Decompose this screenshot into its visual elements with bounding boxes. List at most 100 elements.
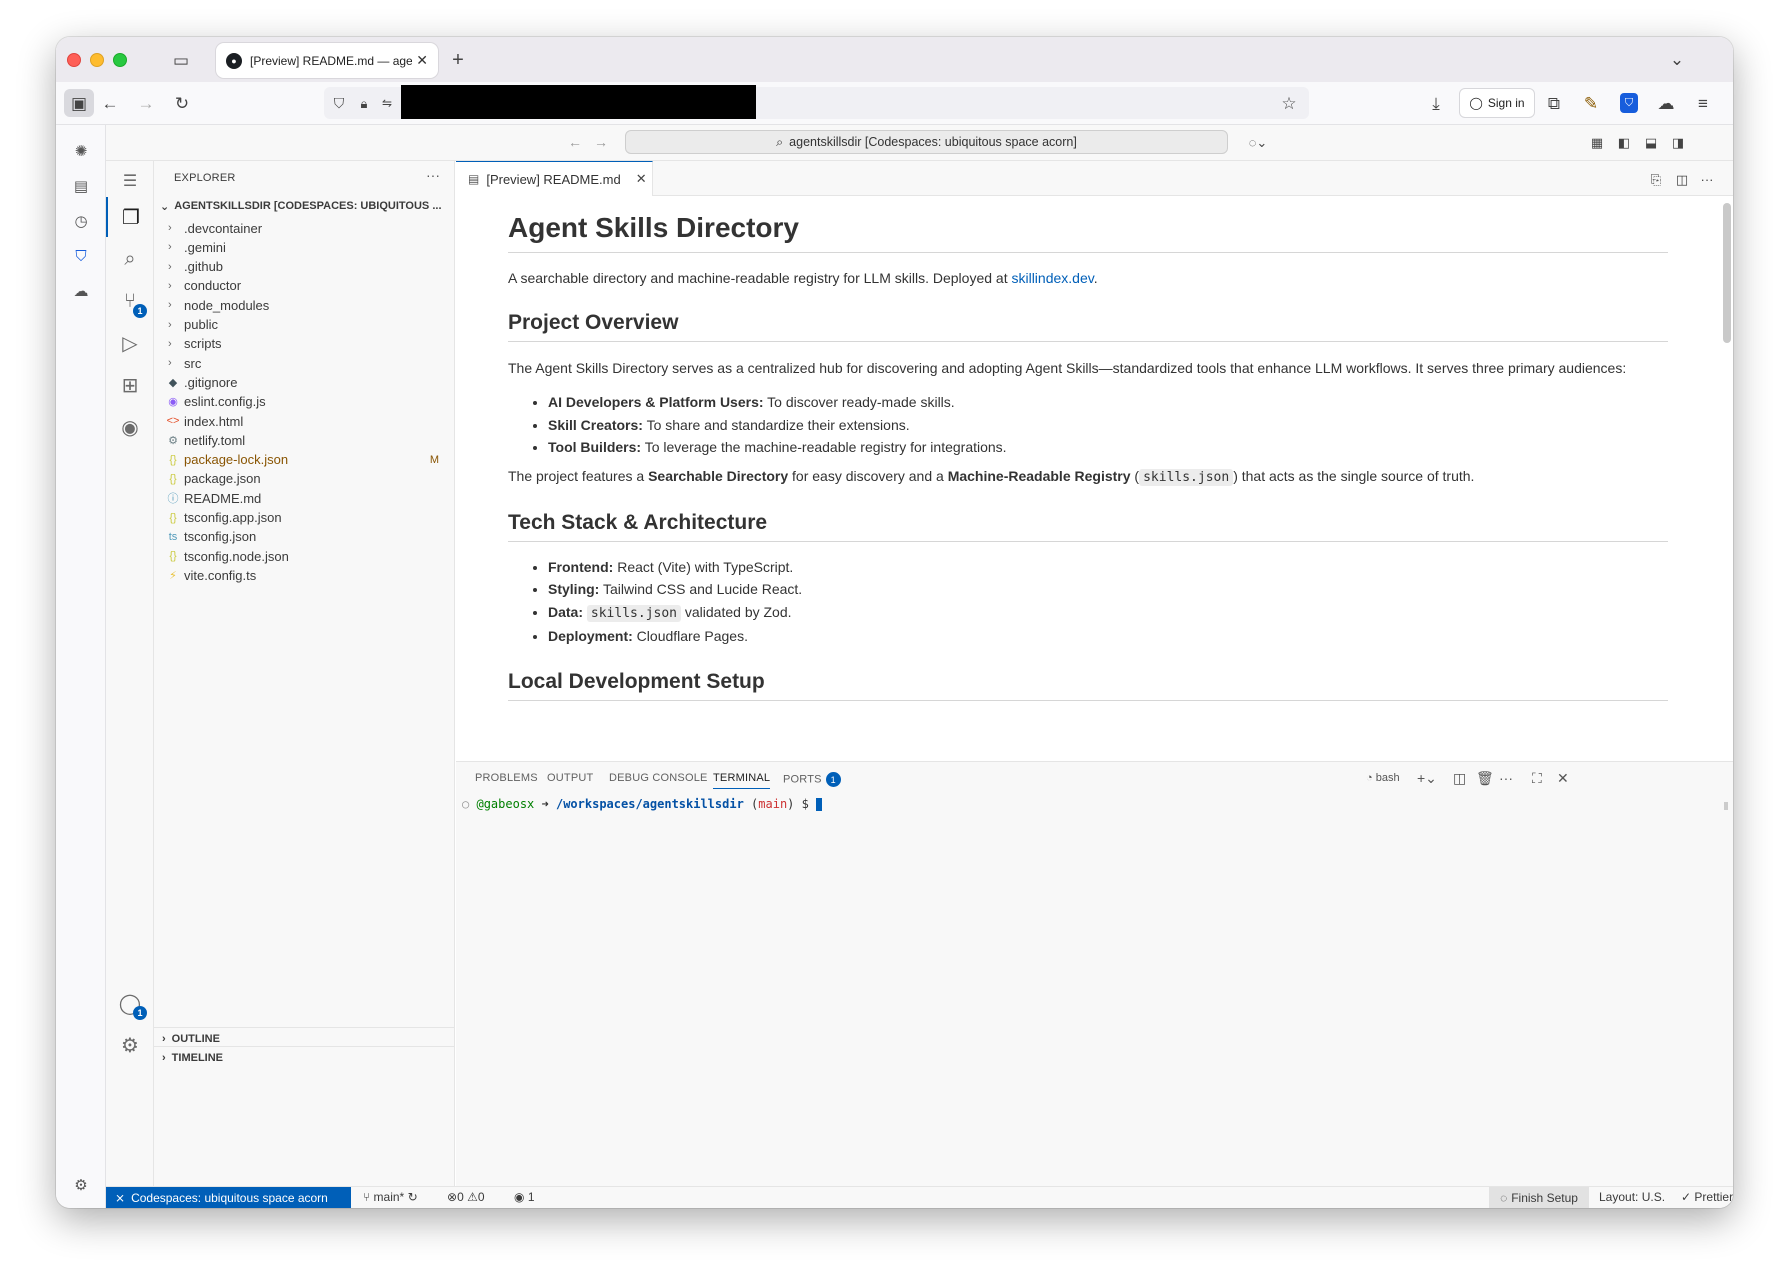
- tree-item-label: public: [184, 317, 218, 332]
- trash-icon[interactable]: 🗑︎: [1476, 770, 1494, 787]
- split-terminal-icon[interactable]: ◫: [1453, 770, 1466, 787]
- menu-icon[interactable]: ☰: [106, 161, 154, 201]
- cloud-icon[interactable]: ☁: [1657, 94, 1675, 112]
- panel-tab-terminal[interactable]: TERMINAL: [713, 772, 771, 789]
- editor-tab-readme-preview[interactable]: ▤ [Preview] README.md ✕: [456, 161, 653, 196]
- command-center[interactable]: ⌕ agentskillsdir [Codespaces: ubiquitous…: [625, 130, 1228, 154]
- panel-tab-problems[interactable]: PROBLEMS: [475, 772, 538, 784]
- extensions-icon[interactable]: ⧉: [1545, 94, 1563, 112]
- back-arrow-icon[interactable]: ←: [101, 94, 119, 112]
- synced-tabs-icon[interactable]: ▤: [69, 174, 93, 198]
- audience-text: To discover ready-made skills.: [763, 394, 955, 410]
- tree-item-label: conductor: [184, 278, 242, 294]
- reload-icon[interactable]: ↻: [173, 94, 191, 112]
- warning-count: 0: [477, 1190, 485, 1204]
- audience-text: To leverage the machine-readable registr…: [641, 439, 1007, 455]
- more-actions-icon[interactable]: ···: [1699, 171, 1715, 187]
- explorer-sidebar: EXPLORER ··· ⌄ AGENTSKILLSDIR [CODESPACE…: [154, 161, 455, 1186]
- chevron-down-icon[interactable]: ⌄: [1668, 50, 1686, 68]
- split-editor-icon[interactable]: ◫: [1674, 171, 1690, 187]
- maximize-panel-icon[interactable]: ⛶: [1532, 770, 1542, 787]
- more-actions-icon[interactable]: ···: [1499, 770, 1513, 786]
- close-panel-icon[interactable]: ✕: [1557, 770, 1569, 787]
- panel-tab-output[interactable]: OUTPUT: [547, 772, 593, 784]
- cloud-sidebar-icon[interactable]: ☁: [69, 279, 93, 303]
- copilot-icon[interactable]: ◌⌄: [1243, 134, 1273, 150]
- accounts-icon[interactable]: ◯ 1: [106, 983, 154, 1023]
- github-icon[interactable]: ◉: [106, 407, 154, 447]
- stack-styling-text: Tailwind CSS and Lucide React.: [599, 581, 803, 597]
- terminal-shell[interactable]: ◔ bash: [1366, 772, 1400, 784]
- features-text: The project features a Searchable Direct…: [508, 467, 1475, 486]
- list-item: Frontend: React (Vite) with TypeScript.: [548, 556, 1718, 579]
- extension-icon[interactable]: ✎: [1582, 94, 1600, 112]
- problems-indicator[interactable]: ⊗0 ⚠0: [447, 1190, 485, 1204]
- shield-icon[interactable]: ⛉: [330, 94, 348, 112]
- sidebar-toggle-icon[interactable]: ▣: [64, 89, 94, 117]
- prettier-indicator[interactable]: ✓ Prettier: [1681, 1190, 1733, 1204]
- toggle-secondary-sidebar-icon[interactable]: ◨: [1670, 134, 1686, 150]
- skillindex-link[interactable]: skillindex.dev: [1011, 270, 1093, 286]
- toggle-primary-sidebar-icon[interactable]: ◧: [1616, 134, 1632, 150]
- settings-gear-icon[interactable]: ⚙: [69, 1173, 93, 1197]
- more-actions-icon[interactable]: ···: [426, 167, 440, 183]
- close-tab-icon[interactable]: ✕: [416, 52, 428, 69]
- menu-icon[interactable]: ≡: [1694, 94, 1712, 112]
- timeline-section[interactable]: › TIMELINE: [154, 1046, 455, 1068]
- history-icon[interactable]: ◷: [69, 209, 93, 233]
- source-control-icon[interactable]: ⑂ 1: [106, 281, 154, 321]
- close-window-button[interactable]: [67, 53, 81, 67]
- download-icon[interactable]: ⤓: [1427, 94, 1445, 112]
- search-icon[interactable]: ⌕: [106, 239, 154, 279]
- browser-tab-active[interactable]: ● [Preview] README.md — agent: ✕: [216, 43, 438, 78]
- panel-tab-debug-console[interactable]: DEBUG CONSOLE: [609, 772, 708, 784]
- terminal-cursor: [816, 798, 823, 811]
- features-mid: for easy discovery and a: [788, 467, 948, 484]
- go-back-icon[interactable]: ←: [567, 134, 583, 150]
- bitwarden-icon[interactable]: ⛉: [1620, 93, 1638, 113]
- tree-item-label: .gemini: [184, 239, 226, 255]
- list-item: Data: skills.json validated by Zod.: [548, 601, 1718, 626]
- extensions-icon[interactable]: ⊞: [106, 365, 154, 405]
- workspace-folder-header[interactable]: ⌄ AGENTSKILLSDIR [CODESPACES: UBIQUITOUS…: [154, 195, 455, 217]
- zoom-window-button[interactable]: [113, 53, 127, 67]
- bitwarden-sidebar-icon[interactable]: ⛉: [69, 244, 93, 268]
- sign-in-button[interactable]: ◯ Sign in: [1459, 88, 1535, 118]
- panel-tab-ports[interactable]: PORTS 1: [783, 772, 841, 787]
- terminal-scrollbar[interactable]: [1724, 802, 1728, 810]
- ai-chat-icon[interactable]: ✺: [69, 139, 93, 163]
- run-debug-icon[interactable]: ▷: [106, 323, 154, 363]
- permissions-icon[interactable]: ⇋: [379, 94, 395, 112]
- minimize-window-button[interactable]: [90, 53, 104, 67]
- tree-item-label: src: [184, 355, 202, 371]
- outline-label: OUTLINE: [171, 1032, 220, 1045]
- close-icon[interactable]: ✕: [636, 171, 647, 187]
- new-tab-button[interactable]: +: [448, 50, 468, 70]
- tab-overview-icon[interactable]: ▭: [172, 51, 190, 69]
- prompt-path: /workspaces/agentskillsdir: [555, 797, 744, 811]
- bookmark-star-icon[interactable]: ☆: [1280, 94, 1298, 112]
- branch-indicator[interactable]: ⑂ main* ↻: [363, 1190, 418, 1204]
- toggle-panel-icon[interactable]: ⬓: [1643, 134, 1659, 150]
- go-forward-icon[interactable]: →: [593, 134, 609, 150]
- customize-layout-icon[interactable]: ▦: [1589, 134, 1605, 150]
- file-type-icon: {}: [169, 550, 177, 563]
- terminal-prompt[interactable]: ○ @gabeosx ➜ /workspaces/agentskillsdir …: [462, 797, 823, 811]
- chevron-right-icon: ›: [168, 222, 172, 234]
- open-source-icon[interactable]: ⎘: [1648, 171, 1664, 187]
- explorer-files-icon[interactable]: ❐: [106, 197, 154, 237]
- manage-gear-icon[interactable]: ⚙: [106, 1025, 154, 1065]
- features-post: that acts as the single source of truth.: [1237, 467, 1475, 484]
- lock-icon[interactable]: 🔒︎: [355, 94, 373, 112]
- ports-indicator[interactable]: ◉ 1: [514, 1190, 535, 1204]
- new-terminal-icon[interactable]: +⌄: [1417, 770, 1437, 787]
- remote-label: Codespaces: ubiquitous space acorn: [131, 1191, 328, 1205]
- remote-indicator[interactable]: ⨯ Codespaces: ubiquitous space acorn: [106, 1187, 351, 1208]
- forward-arrow-icon[interactable]: →: [137, 94, 155, 112]
- tree-file[interactable]: ⚡ vite.config.ts: [154, 564, 455, 586]
- editor-scrollbar[interactable]: [1723, 203, 1731, 343]
- finish-setup-button[interactable]: ◌ Finish Setup: [1489, 1187, 1589, 1208]
- accounts-badge: 1: [133, 1006, 147, 1020]
- keyboard-layout[interactable]: Layout: U.S.: [1599, 1190, 1665, 1204]
- audience-list: AI Developers & Platform Users: To disco…: [548, 391, 1718, 459]
